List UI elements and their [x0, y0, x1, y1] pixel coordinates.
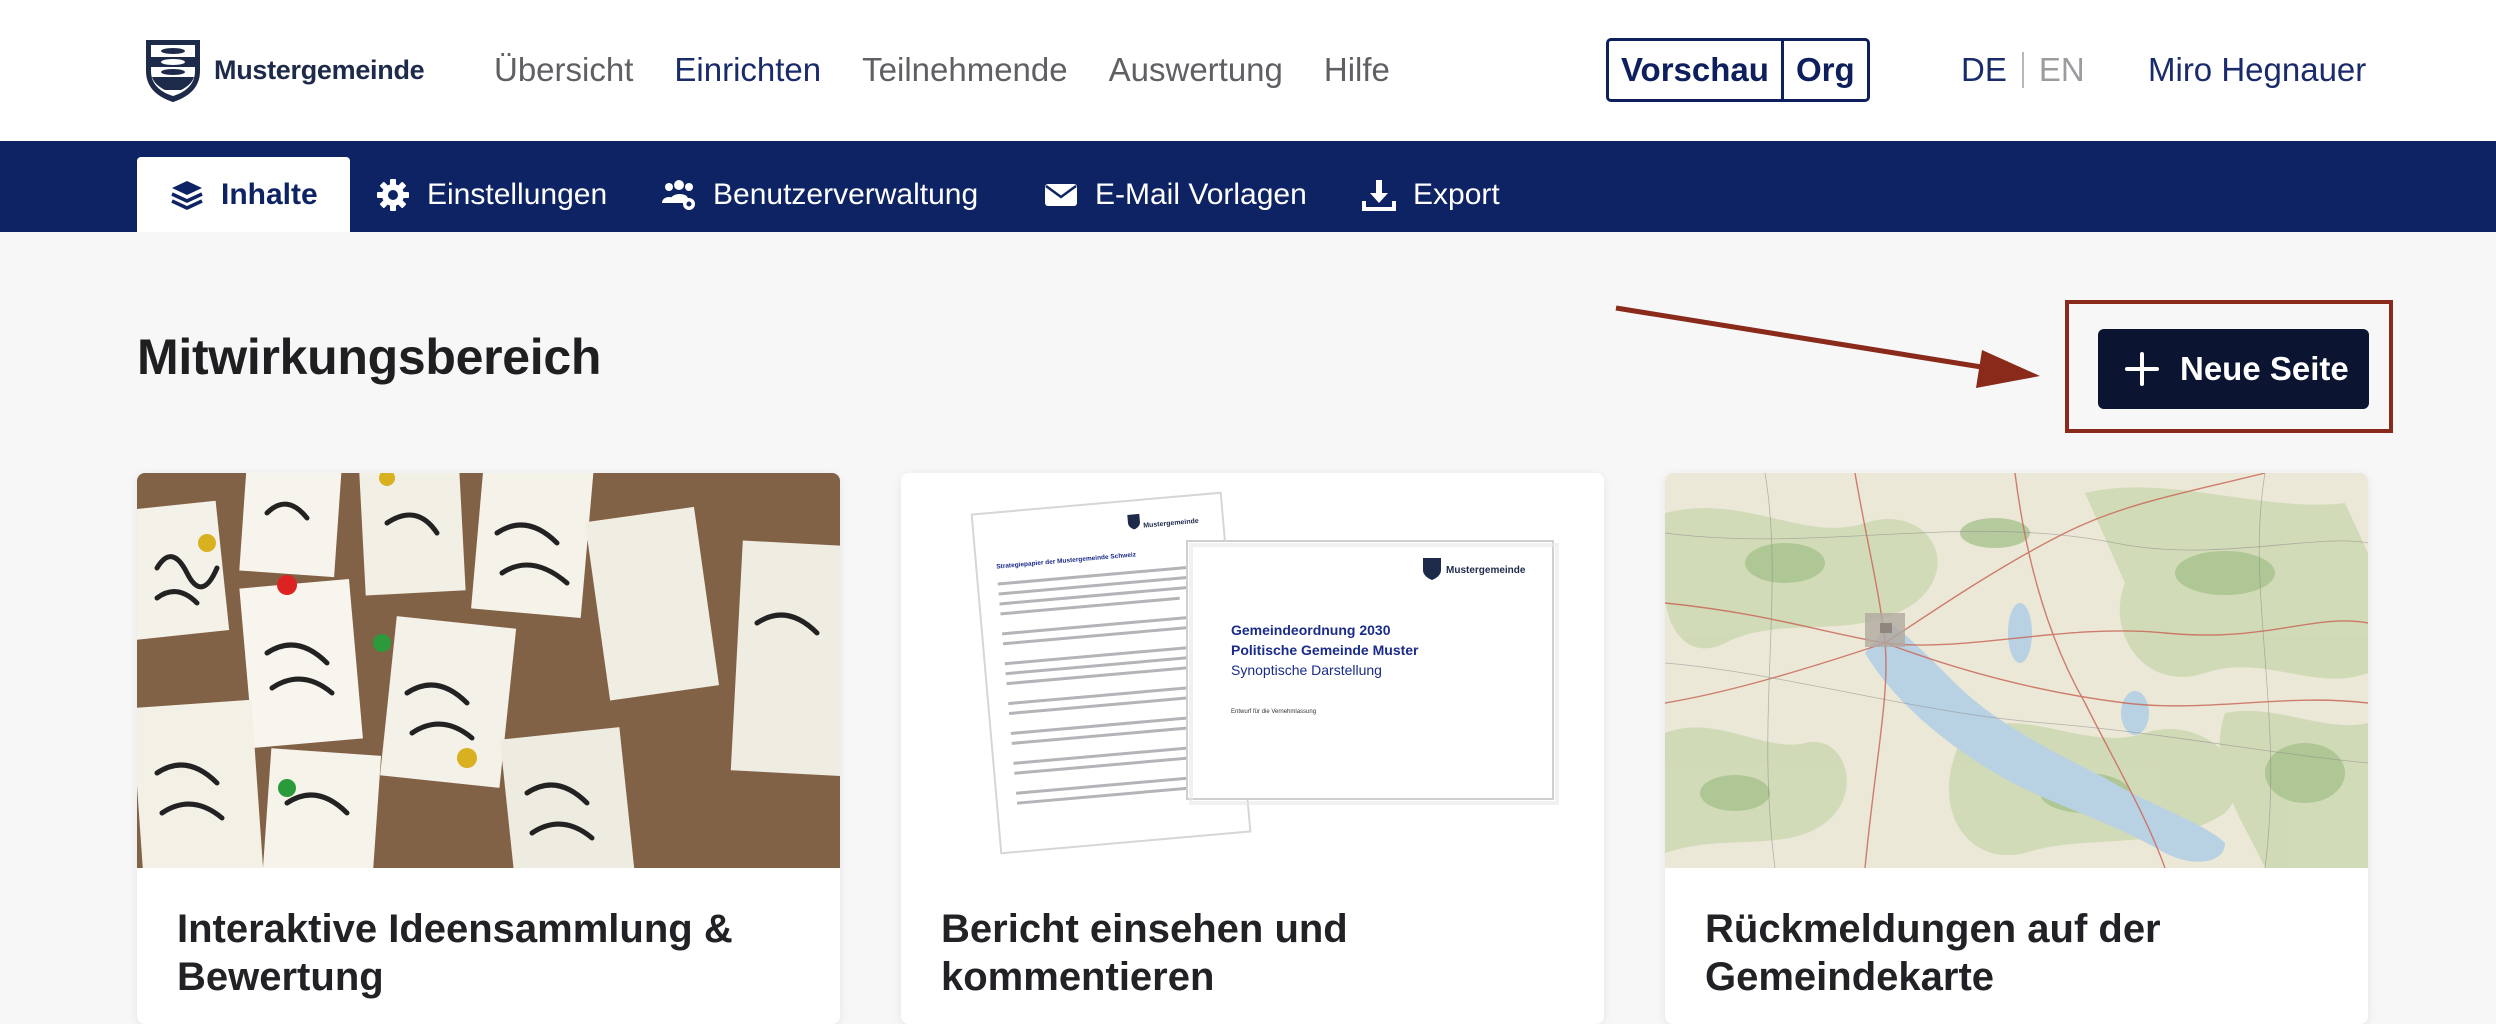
logo[interactable]: Mustergemeinde: [143, 37, 425, 103]
language-switcher: DE EN: [1961, 48, 2085, 92]
card-title: Interaktive Ideensammlung & Bewertung: [177, 907, 733, 999]
download-icon: [1362, 179, 1396, 211]
lang-divider: [2021, 52, 2024, 88]
sub-nav: Inhalte Einstellungen Benutzerverwaltung…: [0, 141, 2496, 232]
lang-de[interactable]: DE: [1961, 48, 2007, 92]
card-gemeindekarte[interactable]: Rückmeldungen auf der Gemeindekarte: [1665, 473, 2368, 1024]
tab-benutzerverwaltung[interactable]: Benutzerverwaltung: [661, 157, 978, 232]
tab-label: Inhalte: [221, 177, 318, 211]
tab-email-vorlagen[interactable]: E-Mail Vorlagen: [1043, 157, 1307, 232]
new-page-button[interactable]: Neue Seite: [2098, 329, 2369, 409]
doc-front-line2: Politische Gemeinde Muster: [1231, 642, 1419, 658]
users-gear-icon: [662, 179, 695, 210]
tab-label: E-Mail Vorlagen: [1095, 177, 1307, 211]
org-toggle-button[interactable]: Org: [1780, 41, 1867, 99]
nav-auswertung[interactable]: Auswertung: [1109, 48, 1283, 92]
tab-inhalte[interactable]: Inhalte: [137, 157, 350, 232]
nav-hilfe[interactable]: Hilfe: [1324, 48, 1390, 92]
sticky-notes-image: [137, 473, 840, 868]
main-nav: Übersicht Einrichten Teilnehmende Auswer…: [494, 48, 1431, 92]
nav-uebersicht[interactable]: Übersicht: [494, 48, 633, 92]
crest-icon: [146, 40, 200, 103]
gear-icon: [377, 178, 409, 211]
tab-label: Einstellungen: [427, 177, 608, 211]
map-image: [1665, 473, 2368, 868]
preview-org-toggle: Vorschau Org: [1606, 38, 1870, 102]
logo-text: Mustergemeinde: [214, 54, 425, 85]
card-bericht[interactable]: Mustergemeinde Strategiepapier der Muste…: [901, 473, 1604, 1024]
nav-einrichten[interactable]: Einrichten: [674, 48, 821, 92]
doc-front-line3: Synoptische Darstellung: [1231, 662, 1382, 678]
report-documents-image: Mustergemeinde Strategiepapier der Muste…: [901, 473, 1604, 868]
plus-icon: [2125, 352, 2159, 386]
tab-label: Benutzerverwaltung: [713, 177, 979, 211]
user-menu[interactable]: Miro Hegnauer: [2148, 48, 2366, 92]
new-page-label: Neue Seite: [2180, 350, 2349, 387]
annotation-arrow-icon: [1615, 305, 2040, 388]
card-ideensammlung[interactable]: Interaktive Ideensammlung & Bewertung: [137, 473, 840, 1024]
tab-einstellungen[interactable]: Einstellungen: [375, 157, 607, 232]
doc-front-logo: Mustergemeinde: [1446, 565, 1526, 576]
card-title: Rückmeldungen auf der Gemeindekarte: [1705, 907, 2161, 999]
lang-en[interactable]: EN: [2039, 48, 2085, 92]
card-title: Bericht einsehen und kommentieren: [941, 907, 1348, 999]
doc-front-line1: Gemeindeordnung 2030: [1231, 622, 1391, 638]
page-title: Mitwirkungsbereich: [137, 329, 602, 385]
envelope-icon: [1045, 183, 1077, 206]
preview-toggle-button[interactable]: Vorschau: [1609, 41, 1781, 99]
layers-icon: [171, 180, 203, 210]
tab-label: Export: [1413, 177, 1500, 211]
tab-export[interactable]: Export: [1361, 157, 1500, 232]
top-header: Mustergemeinde Übersicht Einrichten Teil…: [0, 0, 2496, 141]
doc-front-note: Entwurf für die Vernehmlassung: [1231, 709, 1316, 715]
nav-teilnehmende[interactable]: Teilnehmende: [862, 48, 1067, 92]
